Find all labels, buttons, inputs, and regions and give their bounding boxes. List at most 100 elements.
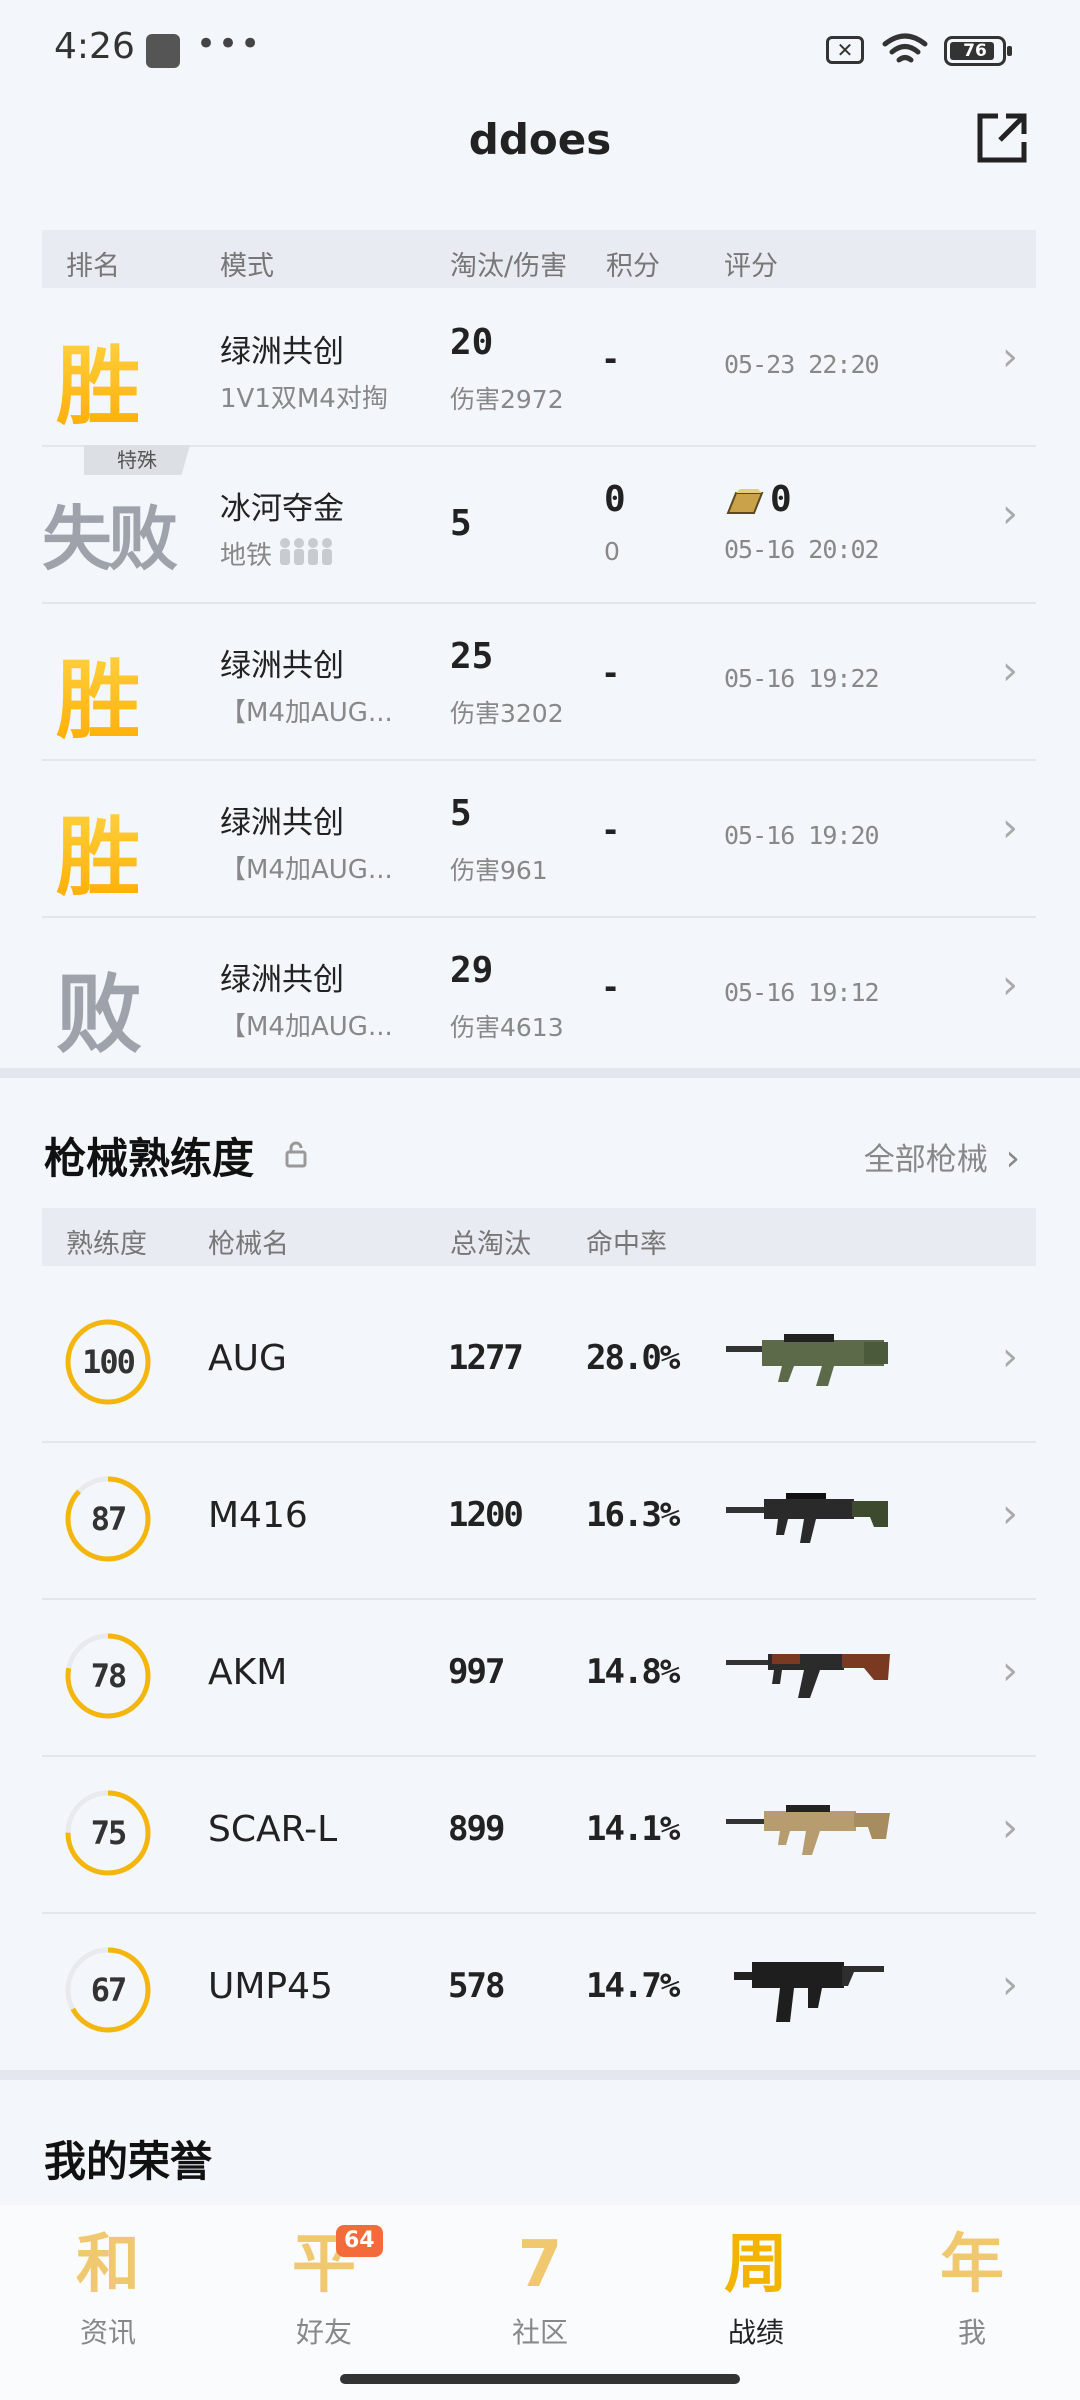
aug-rifle-icon bbox=[726, 1334, 888, 1386]
match-points: - bbox=[604, 340, 618, 378]
share-icon[interactable] bbox=[974, 110, 1030, 166]
nav-news[interactable]: 和 资讯 bbox=[38, 2225, 178, 2351]
nav-label: 资讯 bbox=[79, 2316, 136, 2349]
match-mode: 绿洲共创 bbox=[220, 334, 344, 370]
match-points: - bbox=[604, 968, 618, 1006]
match-kills: 5 bbox=[450, 793, 472, 834]
proficiency-value: 67 bbox=[90, 1971, 128, 2009]
section-divider bbox=[0, 1068, 1080, 1078]
special-tag: 特殊 bbox=[84, 445, 190, 475]
weapon-kills: 578 bbox=[448, 1966, 505, 2006]
match-points: - bbox=[604, 654, 618, 692]
match-date: 05-16 20:02 bbox=[724, 535, 880, 564]
nav-community[interactable]: 7 社区 bbox=[470, 2225, 610, 2351]
weapons-section-title: 枪械熟练度 bbox=[44, 1134, 255, 1183]
match-mode: 绿洲共创 bbox=[220, 648, 344, 684]
chevron-right-icon: › bbox=[1005, 1138, 1020, 1179]
nav-label: 社区 bbox=[511, 2316, 568, 2349]
nav-label: 我 bbox=[957, 2316, 986, 2349]
weapon-row[interactable]: 78 AKM 997 14.8% › bbox=[42, 1598, 1036, 1757]
app-notification-icon bbox=[146, 34, 180, 68]
status-bar: 4:26 ••• ✕ 76 bbox=[0, 0, 1080, 100]
weapon-kills: 1200 bbox=[448, 1495, 524, 1535]
match-row[interactable]: 胜 绿洲共创 【M4加AUG... 5 伤害961 - 05-16 19:20 … bbox=[42, 759, 1036, 918]
news-icon: 和 bbox=[76, 2228, 140, 2302]
proficiency-ring: 75 bbox=[64, 1789, 152, 1877]
match-submode: 1V1双M4对掏 bbox=[220, 384, 388, 414]
scar-l-rifle-icon bbox=[726, 1805, 890, 1855]
proficiency-ring: 67 bbox=[64, 1946, 152, 2034]
ump45-smg-icon bbox=[734, 1962, 884, 2022]
weapon-accuracy: 14.8% bbox=[586, 1652, 680, 1692]
weapon-kills: 997 bbox=[448, 1652, 505, 1692]
weapon-accuracy: 14.7% bbox=[586, 1966, 680, 2006]
all-weapons-link[interactable]: 全部枪械 › bbox=[864, 1134, 1020, 1179]
m416-rifle-icon bbox=[726, 1493, 888, 1543]
nav-friends[interactable]: 平 64 好友 bbox=[254, 2225, 394, 2351]
weapon-name: M416 bbox=[208, 1495, 308, 1536]
match-table-header: 排名 模式 淘汰/伤害 积分 评分 bbox=[42, 230, 1036, 288]
match-score: 0 bbox=[770, 479, 792, 520]
proficiency-value: 87 bbox=[90, 1500, 128, 1538]
match-submode: 【M4加AUG... bbox=[220, 1012, 393, 1042]
section-divider bbox=[0, 2070, 1080, 2080]
wifi-icon bbox=[882, 33, 928, 63]
weapon-kills: 899 bbox=[448, 1809, 505, 1849]
chevron-right-icon: › bbox=[1002, 1334, 1018, 1380]
nav-me[interactable]: 年 我 bbox=[902, 2225, 1042, 2351]
weapons-table-header: 熟练度 枪械名 总淘汰 命中率 bbox=[42, 1208, 1036, 1266]
col-weapon-name: 枪械名 bbox=[208, 1229, 289, 1260]
chevron-right-icon: › bbox=[1002, 1805, 1018, 1851]
me-icon: 年 bbox=[940, 2228, 1004, 2302]
match-mode: 绿洲共创 bbox=[220, 805, 344, 841]
match-date: 05-23 22:20 bbox=[724, 350, 880, 379]
match-damage: 伤害4613 bbox=[450, 1013, 564, 1042]
match-points: 0 bbox=[604, 479, 626, 520]
match-mode: 冰河夺金 bbox=[220, 491, 344, 527]
weapon-row[interactable]: 75 SCAR-L 899 14.1% › bbox=[42, 1755, 1036, 1914]
match-damage: 伤害961 bbox=[450, 856, 548, 885]
match-date: 05-16 19:20 bbox=[724, 821, 880, 850]
chevron-right-icon: › bbox=[1002, 1648, 1018, 1694]
nav-records[interactable]: 周 战绩 bbox=[686, 2225, 826, 2351]
weapon-name: UMP45 bbox=[208, 1966, 333, 2007]
match-kills: 29 bbox=[450, 950, 494, 991]
match-result: 胜 bbox=[56, 316, 142, 441]
home-indicator[interactable] bbox=[340, 2374, 740, 2384]
chevron-right-icon: › bbox=[1002, 491, 1018, 537]
match-result: 败 bbox=[56, 965, 142, 1065]
bottom-nav: 和 资讯 平 64 好友 7 社区 周 战绩 年 我 bbox=[0, 2205, 1080, 2400]
match-kills: 5 bbox=[450, 503, 472, 544]
weapon-row[interactable]: 67 UMP45 578 14.7% › bbox=[42, 1912, 1036, 2069]
battery-level: 76 bbox=[963, 41, 987, 61]
weapon-row[interactable]: 100 AUG 1277 28.0% › bbox=[42, 1284, 1036, 1443]
match-points: - bbox=[604, 811, 618, 849]
col-total-kills: 总淘汰 bbox=[450, 1229, 531, 1260]
match-row[interactable]: 胜 绿洲共创 【M4加AUG... 25 伤害3202 - 05-16 19:2… bbox=[42, 602, 1036, 761]
match-result: 失败 bbox=[42, 498, 178, 580]
match-row[interactable]: 特殊 失败 冰河夺金 地铁 5 0 0 0 05-16 20:02 › bbox=[42, 445, 1036, 604]
lock-icon[interactable] bbox=[284, 1140, 308, 1168]
match-result: 胜 bbox=[56, 630, 142, 755]
battery-icon: 76 bbox=[944, 36, 1012, 66]
all-weapons-label: 全部枪械 bbox=[863, 1142, 988, 1178]
weapon-accuracy: 28.0% bbox=[586, 1338, 680, 1378]
match-row[interactable]: 败 绿洲共创 【M4加AUG... 29 伤害4613 - 05-16 19:1… bbox=[42, 916, 1036, 1066]
weapon-kills: 1277 bbox=[448, 1338, 524, 1378]
page-title: ddoes bbox=[468, 115, 612, 164]
col-accuracy: 命中率 bbox=[586, 1229, 667, 1260]
match-kills: 20 bbox=[450, 322, 494, 363]
akm-rifle-icon bbox=[726, 1654, 890, 1698]
col-points: 积分 bbox=[606, 251, 660, 282]
nav-label: 好友 bbox=[295, 2316, 352, 2349]
proficiency-ring: 87 bbox=[64, 1475, 152, 1563]
match-submode: 【M4加AUG... bbox=[220, 698, 393, 728]
col-mode: 模式 bbox=[220, 251, 274, 282]
col-proficiency: 熟练度 bbox=[66, 1229, 147, 1260]
match-row[interactable]: 胜 绿洲共创 1V1双M4对掏 20 伤害2972 - 05-23 22:20 … bbox=[42, 288, 1036, 447]
weapon-name: AKM bbox=[208, 1652, 288, 1693]
proficiency-value: 100 bbox=[82, 1343, 136, 1381]
weapon-accuracy: 14.1% bbox=[586, 1809, 680, 1849]
col-rank: 排名 bbox=[66, 251, 120, 282]
weapon-row[interactable]: 87 M416 1200 16.3% › bbox=[42, 1441, 1036, 1600]
